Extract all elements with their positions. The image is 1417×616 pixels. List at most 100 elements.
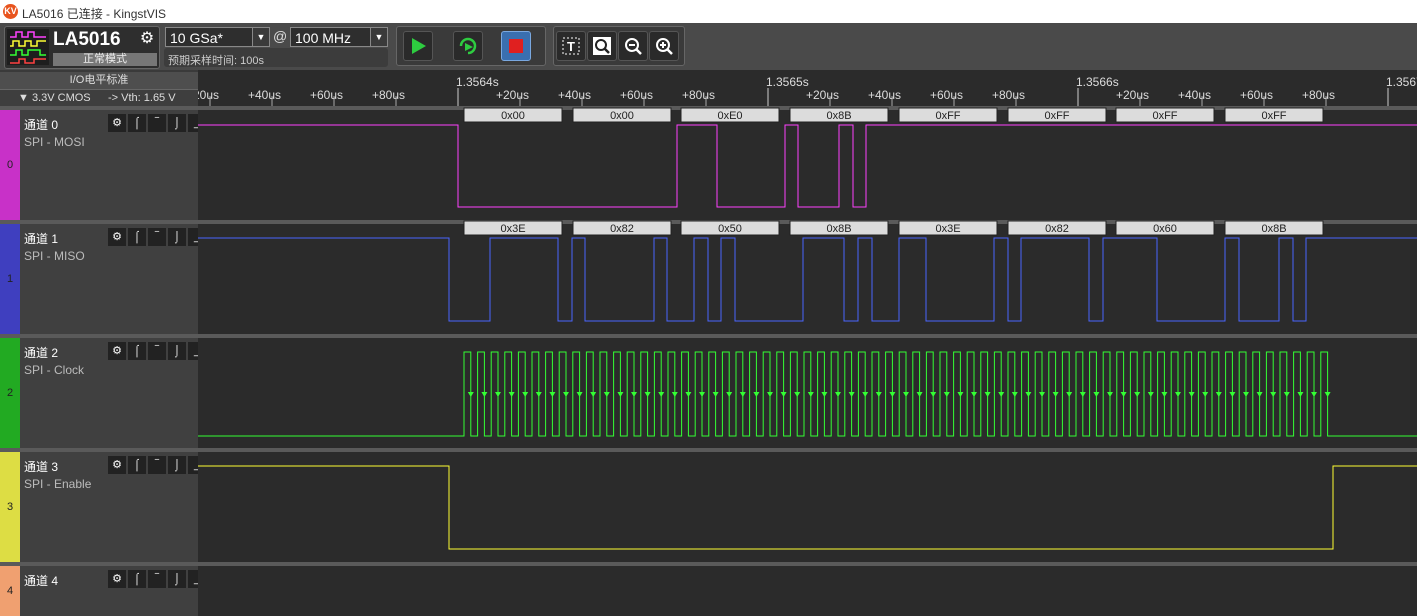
channel-label-3[interactable]: 3 通道 3 SPI - Enable ⚙ ⌠ ‾ ⌡ _ — [0, 452, 206, 562]
mosi-decode-label: 0xFF — [1152, 110, 1177, 122]
device-gear-icon[interactable]: ⚙ — [137, 29, 157, 49]
channel-name: 通道 2 — [24, 346, 59, 360]
run-button[interactable] — [403, 31, 433, 61]
falling-edge-trigger-icon[interactable]: ⌡ — [168, 228, 186, 246]
rising-edge-trigger-icon[interactable]: ⌠ — [128, 342, 146, 360]
window-title: LA5016 已连接 - KingstVIS — [22, 7, 167, 21]
high-level-trigger-icon[interactable]: ‾ — [148, 228, 166, 246]
rising-edge-trigger-icon[interactable]: ⌠ — [128, 456, 146, 474]
channel-label-0[interactable]: 0 通道 0 SPI - MOSI ⚙ ⌠ ‾ ⌡ _ — [0, 110, 206, 220]
falling-edge-trigger-icon[interactable]: ⌡ — [168, 570, 186, 588]
ruler-major-label: 1.3566s — [1076, 75, 1119, 89]
zoom-out-icon — [625, 38, 642, 55]
zoom-in-icon — [656, 38, 673, 55]
high-level-trigger-icon[interactable]: ‾ — [148, 342, 166, 360]
high-level-trigger-icon[interactable]: ‾ — [148, 456, 166, 474]
high-level-trigger-icon[interactable]: ‾ — [148, 570, 166, 588]
channel-number: 3 — [6, 501, 14, 513]
channel-separator — [198, 448, 1417, 452]
mosi-decode-label: 0xFF — [1044, 110, 1069, 122]
mosi-decode-label: 0x00 — [501, 110, 525, 122]
ruler-minor-label: +40us — [868, 88, 901, 102]
stop-icon — [509, 39, 523, 53]
text-tool-button[interactable]: T — [556, 31, 586, 61]
channel-label-4[interactable]: 4 通道 4 ⚙ ⌠ ‾ ⌡ _ — [0, 566, 206, 616]
zoom-out-button[interactable] — [618, 31, 648, 61]
rising-edge-trigger-icon[interactable]: ⌠ — [128, 114, 146, 132]
device-mode: 正常模式 — [53, 53, 157, 66]
ruler-minor-label: +60us — [620, 88, 653, 102]
ruler-minor-label: +80us — [1302, 88, 1335, 102]
falling-edge-trigger-icon[interactable]: ⌡ — [168, 342, 186, 360]
zoom-fit-icon — [593, 37, 611, 55]
channel-name: 通道 0 — [24, 118, 59, 132]
ruler-minor-label: +80us — [992, 88, 1025, 102]
miso-decode-label: 0x82 — [610, 223, 634, 235]
channel-separator — [198, 562, 1417, 566]
loop-run-button[interactable] — [453, 31, 483, 61]
sample-rate-value: 10 GSa* — [170, 30, 223, 46]
channel-separator — [198, 334, 1417, 338]
mosi-decode-label: 0x8B — [826, 110, 851, 122]
rising-edge-trigger-icon[interactable]: ⌠ — [128, 228, 146, 246]
ruler-major-label: 1.3567s — [1386, 75, 1417, 89]
time-ruler-svg: 1.3564s 1.3565s 1.3566s 1.3567s +20us +40us +6… — [186, 75, 1417, 106]
channel-name: 通道 4 — [24, 574, 59, 588]
ruler-minor-label: +20us — [198, 88, 219, 102]
channel-trigger-tools: ⚙ ⌠ ‾ ⌡ _ — [108, 570, 206, 588]
channel-gear-icon[interactable]: ⚙ — [108, 570, 126, 588]
svg-text:T: T — [567, 39, 575, 54]
mosi-decode-label: 0xFF — [1261, 110, 1286, 122]
falling-edge-trigger-icon[interactable]: ⌡ — [168, 114, 186, 132]
channel-number: 2 — [6, 387, 14, 399]
ruler-minor-label: +40us — [558, 88, 591, 102]
chevron-down-icon: ▼ — [252, 28, 269, 46]
miso-decode-label: 0x82 — [1045, 223, 1069, 235]
channel-name: 通道 1 — [24, 232, 59, 246]
channel-gear-icon[interactable]: ⚙ — [108, 114, 126, 132]
miso-decode-label: 0x3E — [500, 223, 525, 235]
channel-label-2[interactable]: 2 通道 2 SPI - Clock ⚙ ⌠ ‾ ⌡ _ — [0, 338, 206, 448]
channel-number: 0 — [6, 159, 14, 171]
channel-protocol: SPI - Enable — [24, 477, 92, 491]
rising-edge-trigger-icon[interactable]: ⌠ — [128, 570, 146, 588]
ruler-minor-label: +80us — [372, 88, 405, 102]
sample-frequency-value: 100 MHz — [295, 30, 352, 46]
io-standard-select[interactable]: ▼ 3.3V CMOS -> Vth: 1.65 V — [0, 90, 198, 107]
stop-button[interactable] — [501, 31, 531, 61]
channel-gear-icon[interactable]: ⚙ — [108, 228, 126, 246]
ruler-minor-label: +20us — [496, 88, 529, 102]
miso-decode-label: 0x3E — [935, 223, 960, 235]
channel-number: 1 — [6, 273, 14, 285]
at-symbol: @ — [273, 28, 288, 44]
channel-label-1[interactable]: 1 通道 1 SPI - MISO ⚙ ⌠ ‾ ⌡ _ — [0, 224, 206, 334]
loop-run-icon — [459, 37, 477, 55]
waveform-area[interactable]: 0x00 0x00 0xE0 0x8B 0xFF 0xFF 0xFF 0xFF 0x3E 0x82… — [198, 106, 1417, 616]
device-waveform-icon — [7, 29, 49, 65]
ruler-minor-label: +40us — [1178, 88, 1211, 102]
zoom-fit-button[interactable] — [587, 31, 617, 61]
ruler-minor-label: +40us — [248, 88, 281, 102]
channel-gear-icon[interactable]: ⚙ — [108, 456, 126, 474]
ruler-major-label: 1.3564s — [456, 75, 499, 89]
sample-depth-select[interactable]: 100 MHz ▼ — [290, 27, 388, 47]
ruler-minor-label: +60us — [1240, 88, 1273, 102]
time-ruler[interactable]: 1.3564s 1.3565s 1.3566s 1.3567s +20us +40us +6… — [186, 70, 1417, 107]
channel-gear-icon[interactable]: ⚙ — [108, 342, 126, 360]
ruler-minor-label: +60us — [310, 88, 343, 102]
ruler-minor-label: +20us — [806, 88, 839, 102]
zoom-in-button[interactable] — [649, 31, 679, 61]
channel-trigger-tools: ⚙ ⌠ ‾ ⌡ _ — [108, 228, 206, 246]
sample-rate-select[interactable]: 10 GSa* ▼ — [165, 27, 270, 47]
view-controls: T — [553, 26, 685, 66]
app-logo-icon: KV — [3, 4, 18, 19]
channel-name: 通道 3 — [24, 460, 59, 474]
miso-decode-label: 0x8B — [826, 223, 851, 235]
io-standard-value: ▼ 3.3V CMOS — [18, 92, 91, 104]
device-panel[interactable]: LA5016 ⚙ 正常模式 — [4, 26, 160, 69]
high-level-trigger-icon[interactable]: ‾ — [148, 114, 166, 132]
falling-edge-trigger-icon[interactable]: ⌡ — [168, 456, 186, 474]
ruler-major-label: 1.3565s — [766, 75, 809, 89]
ruler-minor-label: +20us — [1116, 88, 1149, 102]
channel-protocol: SPI - Clock — [24, 363, 85, 377]
